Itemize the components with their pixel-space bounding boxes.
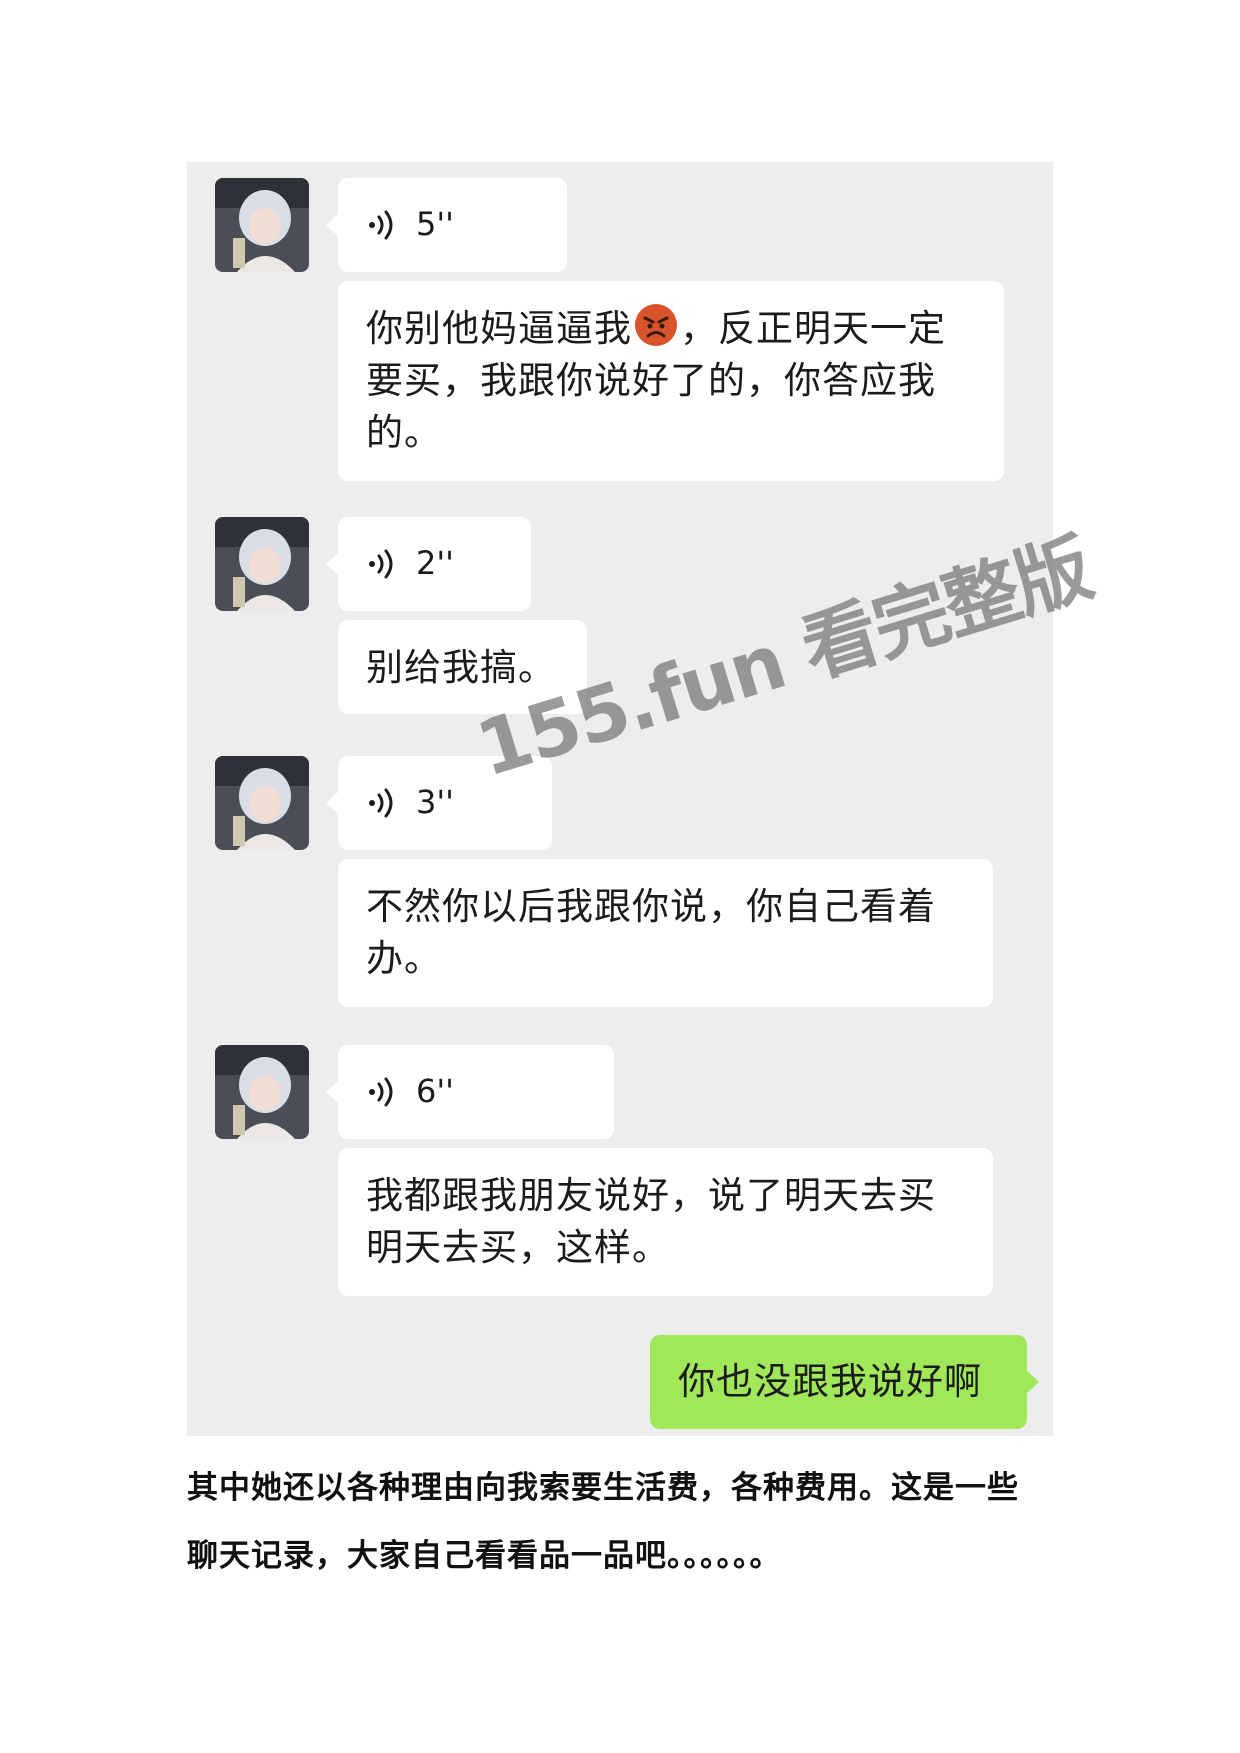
sent-message-bubble[interactable]: 你也没跟我说好啊 [650, 1335, 1039, 1429]
voice-message-bubble[interactable]: 3'' [326, 756, 552, 850]
avatar-photo-icon [215, 1045, 309, 1139]
caption-line-1: 其中她还以各种理由向我索要生活费，各种费用。这是一些 [187, 1470, 1019, 1506]
voice-wave-icon [369, 210, 393, 240]
chat-panel: 5'' 你别他妈逼逼我 ，反正明天一定 要买，我跟你说好了的，你答应我 的。 2'… [187, 162, 1053, 1436]
voice-message-bubble[interactable]: 5'' [326, 178, 567, 272]
avatar-photo-icon [215, 517, 309, 611]
text-message-bubble[interactable]: 不然你以后我跟你说，你自己看着 办。 [338, 859, 993, 1007]
voice-duration: 3'' [416, 783, 454, 821]
voice-duration: 5'' [416, 205, 454, 243]
voice-wave-icon [369, 1077, 393, 1107]
angry-face-emoji-icon [635, 304, 677, 346]
voice-wave-icon [369, 788, 393, 818]
message-text: 办。 [366, 937, 442, 980]
message-text: 别给我搞。 [366, 646, 556, 689]
message-text: ，反正明天一定 [680, 307, 946, 350]
message-text: 不然你以后我跟你说，你自己看着 [366, 885, 936, 928]
voice-duration: 2'' [416, 544, 454, 582]
message-text: 的。 [366, 411, 442, 454]
voice-message-bubble[interactable]: 2'' [326, 517, 531, 611]
avatar[interactable] [215, 517, 309, 611]
text-message-bubble[interactable]: 别给我搞。 [338, 620, 587, 714]
message-text: 你别他妈逼逼我 [366, 307, 632, 350]
caption-line-2: 聊天记录，大家自己看看品一品吧。。。。。。 [187, 1538, 782, 1574]
message-text: 要买，我跟你说好了的，你答应我 [366, 359, 936, 402]
sent-message-text: 你也没跟我说好啊 [678, 1360, 982, 1403]
message-text: 明天去买，这样。 [366, 1226, 670, 1269]
avatar-photo-icon [215, 756, 309, 850]
text-message-bubble[interactable]: 你别他妈逼逼我 ，反正明天一定 要买，我跟你说好了的，你答应我 的。 [338, 281, 1004, 481]
text-message-bubble[interactable]: 我都跟我朋友说好，说了明天去买 明天去买，这样。 [338, 1148, 993, 1296]
voice-message-bubble[interactable]: 6'' [326, 1045, 614, 1139]
avatar-photo-icon [215, 178, 309, 272]
voice-duration: 6'' [416, 1072, 454, 1110]
avatar[interactable] [215, 1045, 309, 1139]
voice-wave-icon [369, 549, 393, 579]
avatar[interactable] [215, 756, 309, 850]
avatar[interactable] [215, 178, 309, 272]
message-text: 我都跟我朋友说好，说了明天去买 [366, 1174, 936, 1217]
